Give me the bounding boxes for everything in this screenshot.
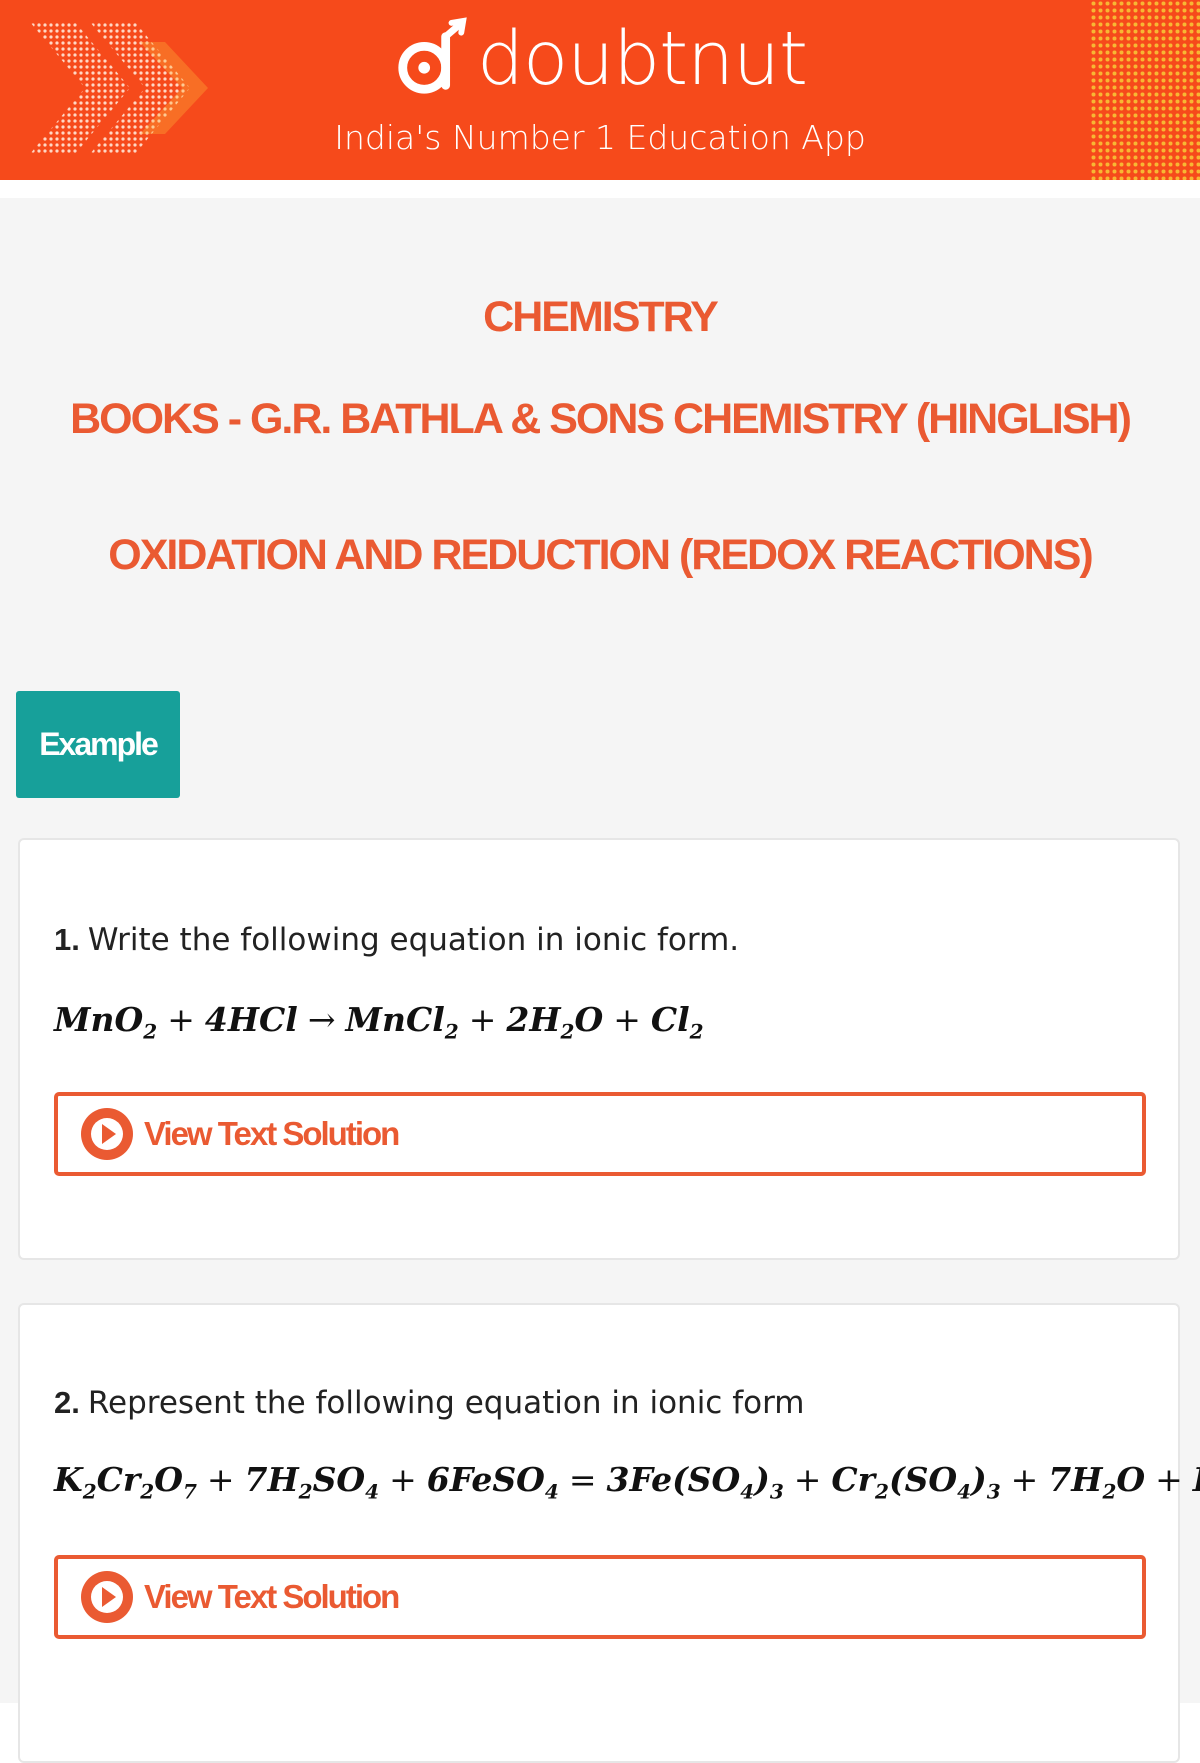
book-title: BOOKS - G.R. BATHLA & SONS CHEMISTRY (HI… (70, 395, 1132, 443)
play-circle-icon (81, 1571, 133, 1623)
site-header: doubtnut India's Number 1 Education App (0, 0, 1200, 180)
question-number: 2. (54, 1385, 80, 1420)
brand-name: doubtnut (477, 16, 808, 102)
question-text: 1. Write the following equation in ionic … (54, 922, 739, 958)
question-equation: MnO2 +4HCl → MnCl2 +2H2O + Cl2 (54, 1000, 704, 1044)
brand-logo[interactable]: doubtnut (0, 14, 1200, 104)
question-card: 1. Write the following equation in ionic … (18, 838, 1180, 1260)
question-text: 2. Represent the following equation in io… (54, 1385, 804, 1421)
question-prompt: Represent the following equation in ioni… (87, 1385, 805, 1421)
view-text-solution-button[interactable]: View Text Solution (54, 1555, 1146, 1639)
play-circle-icon (81, 1108, 133, 1160)
example-tab[interactable]: Example (16, 691, 180, 798)
content-area: CHEMISTRY BOOKS - G.R. BATHLA & SONS CHE… (0, 198, 1200, 1763)
question-card: 2. Represent the following equation in io… (18, 1303, 1200, 1763)
view-text-solution-label: View Text Solution (144, 1578, 400, 1615)
question-prompt: Write the following equation in ionic fo… (87, 922, 740, 958)
question-number: 1. (54, 922, 80, 957)
view-text-solution-button[interactable]: View Text Solution (54, 1092, 1146, 1176)
view-text-solution-label: View Text Solution (144, 1115, 400, 1152)
subject-title: CHEMISTRY (483, 293, 719, 341)
doubtnut-logo-icon (398, 17, 467, 94)
question-equation: K2Cr2O7 +7H2SO4 +6FeSO4 = 3Fe(SO4)3 + Cr2(SO4)… (54, 1460, 1200, 1504)
chapter-title: OXIDATION AND REDUCTION (REDOX REACTIONS… (108, 531, 1093, 579)
brand-tagline: India's Number 1 Education App (334, 118, 866, 157)
